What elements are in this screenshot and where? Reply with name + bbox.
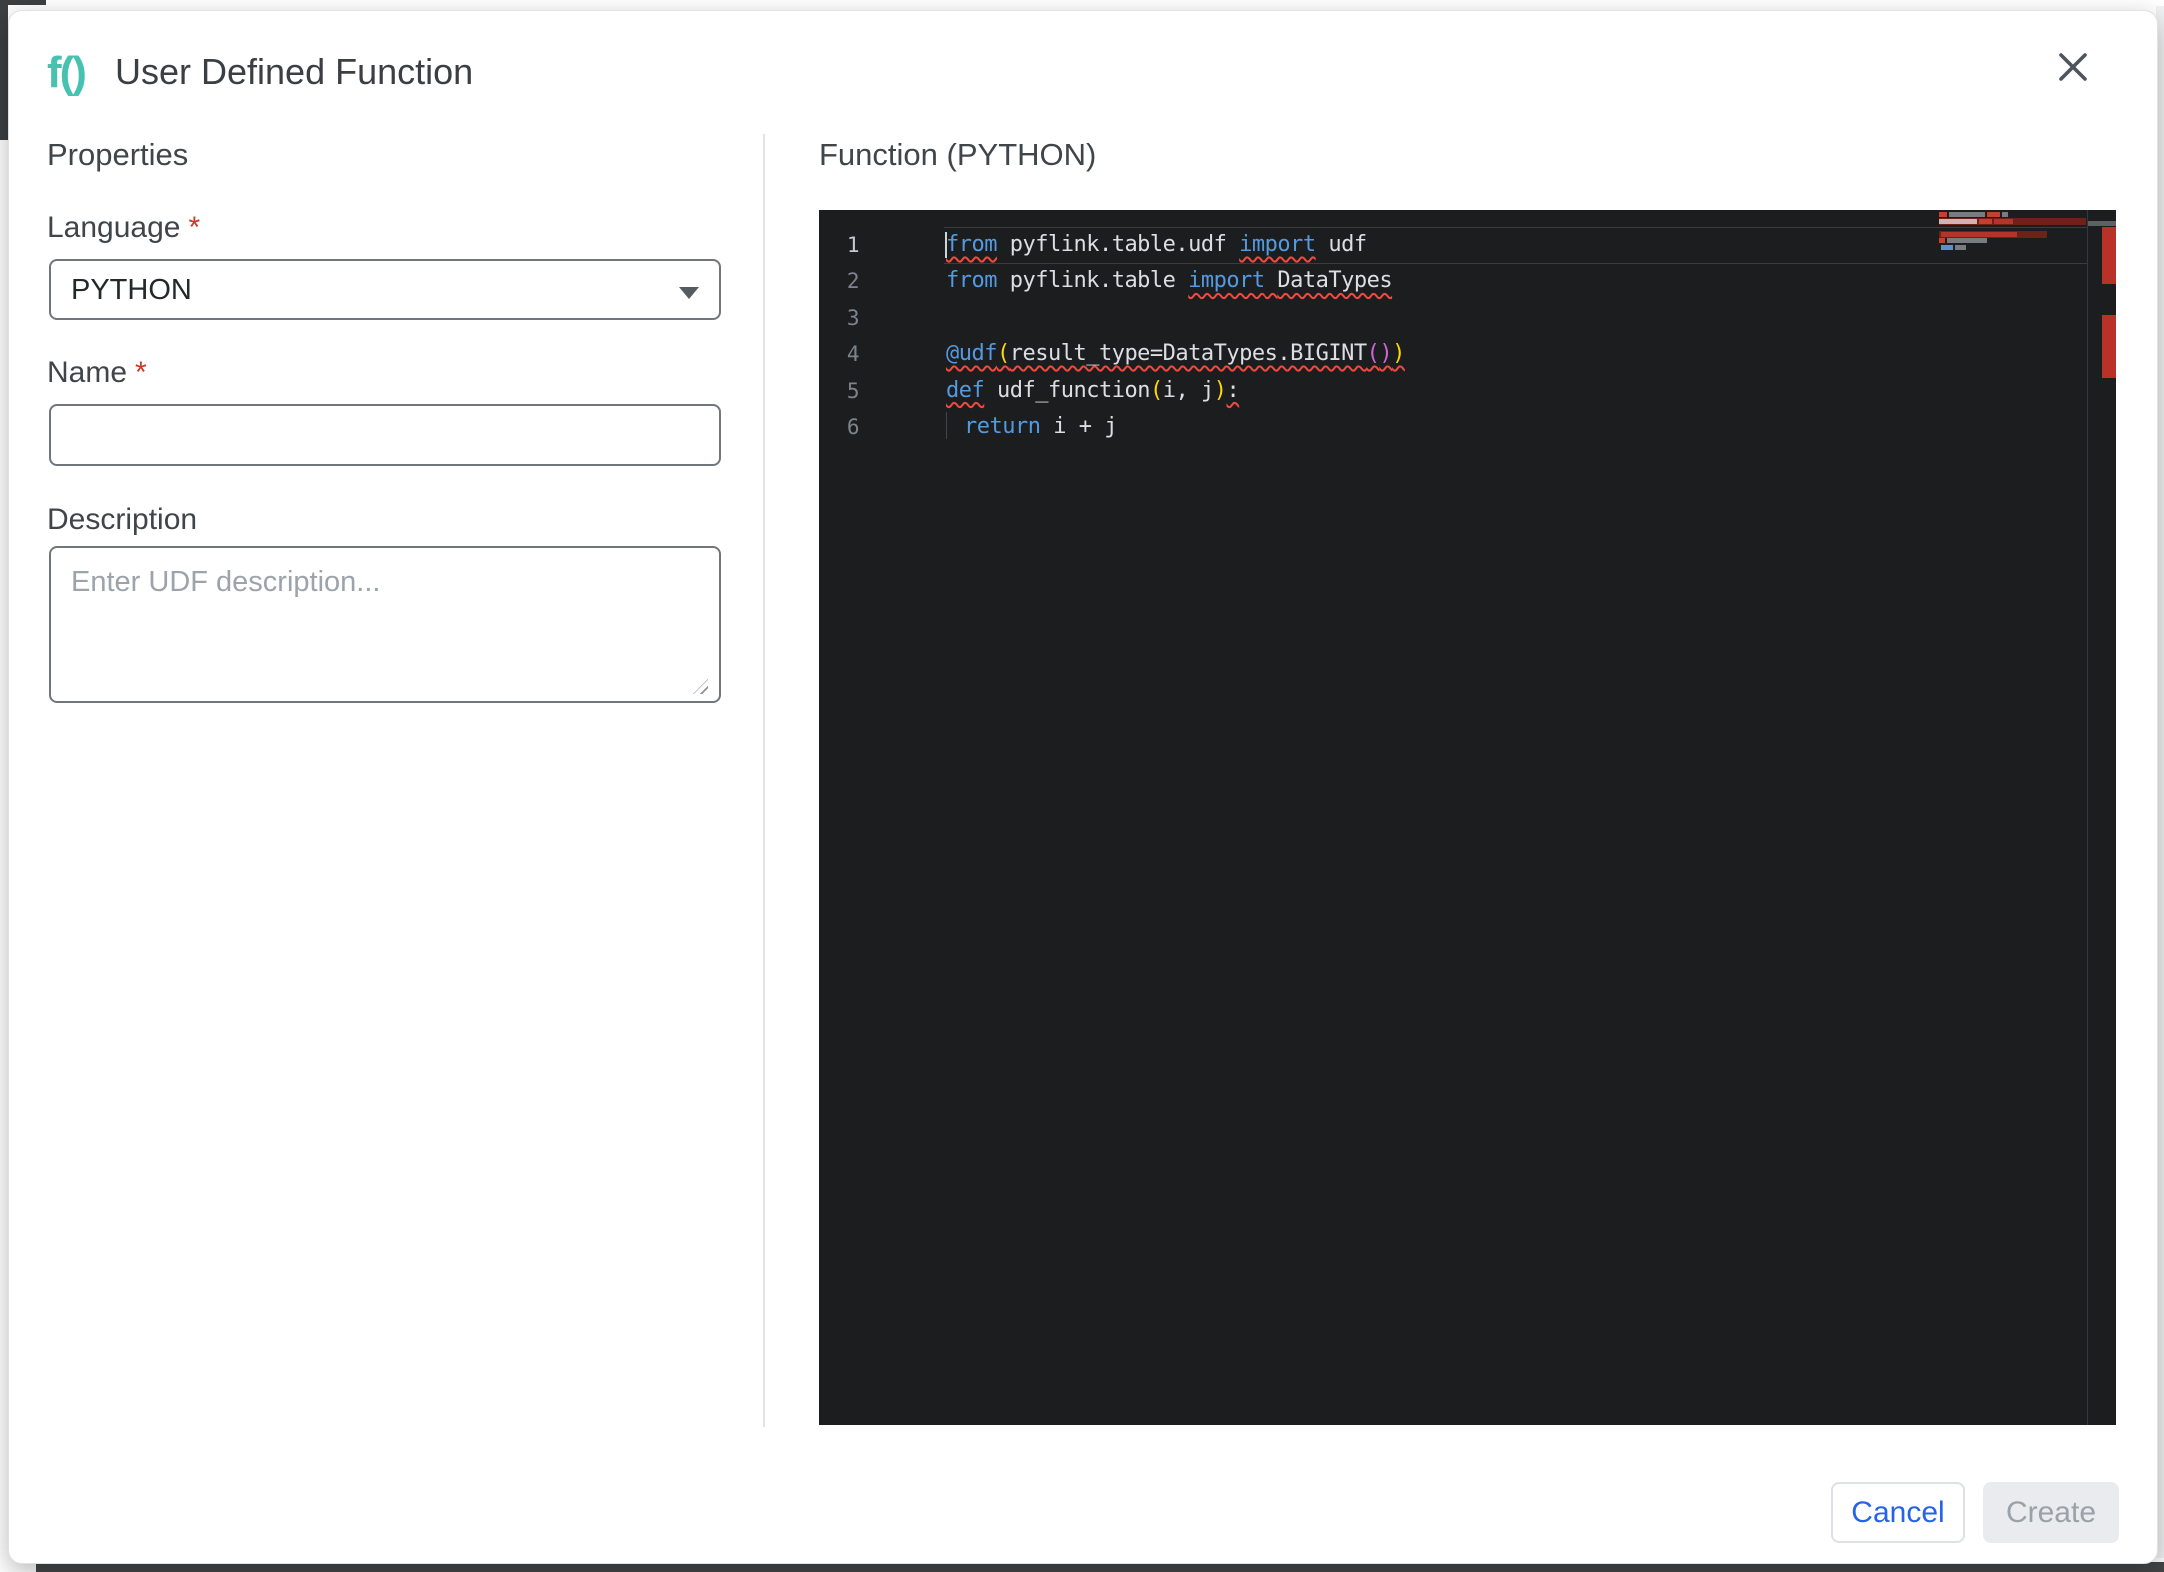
function-section-title: Function (PYTHON) (819, 137, 1097, 172)
minimap-row (1939, 217, 2086, 225)
line-number: 6 (846, 415, 860, 439)
minimap-segment (1941, 231, 2017, 237)
minimap-slider[interactable] (2088, 221, 2116, 226)
name-label: Name * (47, 356, 147, 390)
code-token: i + j (1040, 414, 1117, 439)
language-required-marker: * (188, 211, 201, 244)
minimap-segment (1941, 244, 1953, 250)
modal-title: User Defined Function (115, 51, 474, 92)
line-number: 3 (846, 305, 860, 330)
language-label: Language * (47, 211, 200, 245)
code-token: result_type=DataTypes.BIGINT (1009, 341, 1367, 367)
code-token: ) (1379, 341, 1393, 367)
create-button[interactable]: Create (1983, 1482, 2119, 1543)
code-token: pyflink.table.udf (1009, 232, 1227, 257)
line-number: 4 (846, 342, 860, 367)
minimap-row (1939, 230, 2086, 238)
code-token: pyflink.table (1009, 268, 1176, 294)
udf-modal: f() User Defined Function Properties Lan… (8, 10, 2158, 1564)
minimap-row (1939, 212, 2086, 217)
code-token: udf (1328, 232, 1367, 257)
code-line: return i + j (946, 409, 1117, 445)
code-editor[interactable]: 1 2 3 4 5 6 from pyflink.table.udf import udf… (819, 210, 2116, 1425)
overview-ruler-error-mark (2102, 315, 2116, 378)
line-number: 5 (846, 378, 860, 403)
overview-ruler-error-mark (2102, 227, 2116, 284)
minimap-segment (2002, 212, 2008, 217)
code-token: from (946, 232, 997, 257)
minimap-segment (1987, 212, 2000, 217)
backdrop-top-edge (0, 0, 46, 5)
minimap-segment (1949, 212, 1985, 217)
code-token: ( (1366, 341, 1380, 367)
properties-section-title: Properties (47, 137, 189, 172)
panel-divider (763, 134, 765, 1427)
code-token: from (946, 268, 997, 294)
backdrop-left-edge (0, 0, 8, 140)
code-token: DataTypes (1277, 268, 1393, 294)
code-token: def (946, 377, 985, 403)
line-number: 1 (846, 233, 860, 257)
name-input[interactable] (49, 404, 721, 466)
description-label: Description (47, 503, 198, 536)
code-token: return (964, 414, 1041, 439)
minimap-segment (1947, 238, 1987, 243)
page: f() User Defined Function Properties Lan… (0, 0, 2164, 1572)
code-token: ) (1213, 377, 1227, 403)
name-label-text: Name (47, 356, 128, 389)
code-token: import (1188, 268, 1265, 294)
minimap-row (1939, 225, 2086, 230)
minimap-row (1939, 244, 2086, 250)
language-label-text: Language (47, 211, 181, 244)
minimap-segment (1939, 218, 1977, 224)
code-token: ) (1392, 341, 1405, 367)
code-line: @udf(result_type=DataTypes.BIGINT()) (946, 336, 1405, 372)
code-line: from pyflink.table.udf import udf (946, 227, 1367, 263)
code-token: ( (996, 341, 1010, 367)
name-required-marker: * (135, 356, 147, 389)
line-number: 2 (846, 269, 860, 294)
editor-minimap[interactable] (1939, 212, 2086, 272)
code-line: def udf_function(i, j): (946, 373, 1240, 409)
code-token: : (1226, 377, 1240, 403)
close-icon (2059, 53, 2087, 81)
code-token: @udf (946, 341, 997, 367)
minimap-segment (1955, 244, 1966, 250)
minimap-segment (1939, 212, 1947, 217)
indent-guide (946, 412, 964, 439)
minimap-segment (1994, 218, 2013, 224)
code-token: i, j (1162, 377, 1214, 403)
minimap-segment (1979, 218, 1992, 224)
minimap-separator (2087, 210, 2088, 1425)
code-token: ( (1149, 377, 1163, 403)
function-icon: f() (47, 48, 87, 97)
language-select[interactable]: PYTHON (49, 259, 721, 320)
close-button[interactable] (2047, 41, 2099, 93)
minimap-row (1939, 238, 2086, 243)
code-line: from pyflink.table import DataTypes (946, 263, 1393, 299)
language-select-value: PYTHON (71, 274, 192, 306)
chevron-down-icon (679, 287, 699, 299)
description-textarea[interactable] (49, 546, 721, 703)
code-token: udf_function (997, 377, 1150, 403)
cancel-button[interactable]: Cancel (1831, 1482, 1965, 1543)
code-token: import (1239, 232, 1316, 257)
